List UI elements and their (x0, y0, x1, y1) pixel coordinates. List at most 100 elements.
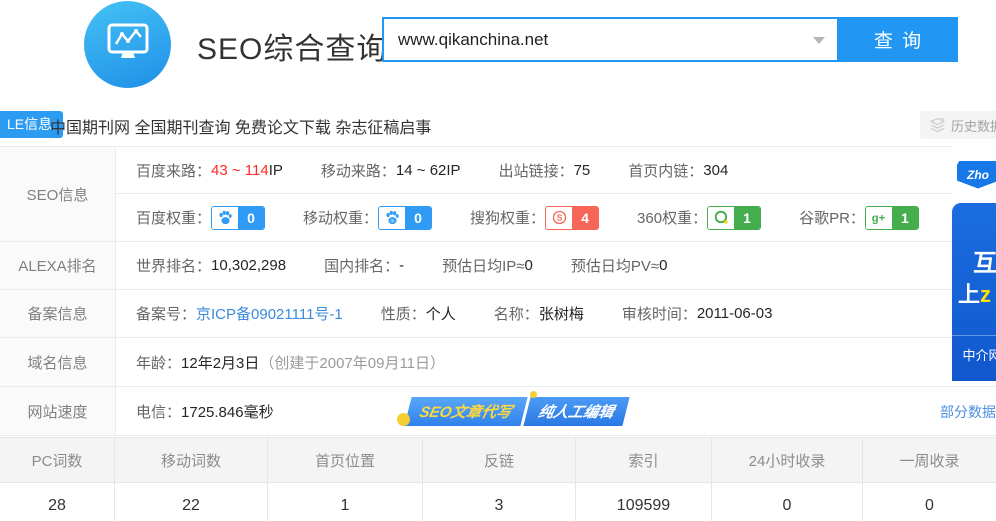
outbound-links: 出站链接： 75 (499, 160, 591, 181)
search-box (382, 17, 839, 62)
seo-sub-rows: 百度来路： 43 ~ 114 IP 移动来路： 14 ~ 62 IP 出站链接：… (116, 147, 996, 241)
pair-label: 预估日均PV≈ (571, 255, 659, 276)
domestic-rank: 国内排名： - (324, 255, 404, 276)
table-row-alexa: ALEXA排名 世界排名： 10,302,298 国内排名： - 预估日均IP≈… (0, 242, 996, 290)
pair-label: 审核时间： (622, 303, 697, 324)
stats-value-index[interactable]: 109599 (576, 483, 712, 521)
pair-label: 名称： (494, 303, 539, 324)
icp-number-link[interactable]: 京ICP备09021111号-1 (196, 303, 343, 324)
pair-value: 0 (659, 257, 667, 274)
pair-value: 个人 (426, 303, 456, 324)
pair-value: 2011-06-03 (697, 305, 773, 322)
world-rank: 世界排名： 10,302,298 (136, 255, 286, 276)
360-weight-badge[interactable]: 1 (707, 206, 761, 230)
baidu-weight: 百度权重： 0 (136, 206, 265, 230)
badge-value: 1 (892, 207, 918, 229)
svg-text:m: m (390, 219, 394, 225)
history-button-label: 历史数据 (951, 116, 996, 135)
url-input[interactable] (384, 19, 837, 60)
est-daily-ip: 预估日均IP≈ 0 (442, 255, 533, 276)
baidu-traffic: 百度来路： 43 ~ 114 IP (136, 160, 283, 181)
page-title: SEO综合查询 (197, 24, 387, 68)
telecom-speed: 电信： 1725.846毫秒 (136, 401, 274, 422)
google-plus-icon: g+ (866, 207, 892, 229)
pair-value: 10,302,298 (211, 257, 286, 274)
stats-value-row: 28 22 1 3 109599 0 0 (0, 483, 996, 521)
pair-value: 1725.846毫秒 (181, 401, 274, 422)
pair-value: 43 ~ 114 (211, 162, 269, 179)
pair-label: 电信： (136, 401, 181, 422)
banner-text-line1: 互 (973, 243, 996, 278)
pair-suffix: IP (446, 162, 460, 179)
speed-content: 电信： 1725.846毫秒 SEO文章代写 纯人工编辑 部分数据维度较小，无法 (116, 387, 996, 435)
ad-ribbon-text-2: 纯人工编辑 (523, 397, 629, 426)
google-pr-badge[interactable]: g+ 1 (865, 206, 919, 230)
row-label-alexa: ALEXA排名 (0, 242, 116, 289)
pair-label: 预估日均IP≈ (442, 255, 524, 276)
badge-value: 1 (734, 207, 760, 229)
badge-value: 0 (405, 207, 431, 229)
stats-header-week-included: 一周收录 (863, 438, 996, 483)
stats-value-homepage-position[interactable]: 1 (268, 483, 423, 521)
domain-age: 年龄： 12年2月3日 （创建于2007年09月11日） (136, 352, 445, 373)
google-pr: 谷歌PR： g+ 1 (799, 206, 919, 230)
mobile-traffic: 移动来路： 14 ~ 62 IP (321, 160, 461, 181)
est-daily-pv: 预估日均PV≈ 0 (571, 255, 668, 276)
history-data-button[interactable]: 历史数据 (920, 111, 996, 139)
pair-label: 谷歌PR： (799, 207, 865, 228)
side-banner-ad[interactable]: Zho 互 上z 中介网 (952, 146, 996, 381)
seo-weight-row: 百度权重： 0 (116, 194, 996, 241)
svg-text:g+: g+ (872, 213, 886, 225)
baidu-weight-badge[interactable]: 0 (211, 206, 265, 230)
ribbon-dot-big (397, 413, 410, 426)
table-row-domain: 域名信息 年龄： 12年2月3日 （创建于2007年09月11日） (0, 338, 996, 387)
pair-label: 360权重： (637, 207, 707, 228)
pair-label: 国内排名： (324, 255, 399, 276)
pair-label: 移动权重： (303, 207, 378, 228)
shield-logo-icon: Zho (957, 161, 996, 189)
stats-header-homepage-position: 首页位置 (268, 438, 423, 483)
stats-header-backlinks: 反链 (423, 438, 576, 483)
stats-value-mobile-words[interactable]: 22 (115, 483, 268, 521)
ad-ribbon[interactable]: SEO文章代写 纯人工编辑 (404, 397, 629, 426)
stats-value-pc-words[interactable]: 28 (0, 483, 115, 521)
stats-value-24h-included[interactable]: 0 (712, 483, 863, 521)
pair-value: - (399, 257, 404, 274)
svg-text:S: S (556, 213, 562, 223)
query-button[interactable]: 查 询 (839, 17, 958, 62)
360-icon (708, 207, 734, 229)
pair-label: 移动来路： (321, 160, 396, 181)
pair-label: 搜狗权重： (470, 207, 545, 228)
stats-value-week-included[interactable]: 0 (863, 483, 996, 521)
banner-footer-text: 中介网 (952, 335, 996, 364)
seo-traffic-row: 百度来路： 43 ~ 114 IP 移动来路： 14 ~ 62 IP 出站链接：… (116, 147, 996, 194)
mobile-weight: 移动权重： m (303, 206, 432, 230)
sogou-icon: S (546, 207, 572, 229)
stats-header-pc-words: PC词数 (0, 438, 115, 483)
homepage-internal-links: 首页内链： 304 (628, 160, 728, 181)
icp-review-date: 审核时间： 2011-06-03 (622, 303, 773, 324)
pair-value: 75 (574, 162, 591, 179)
row-label-seo: SEO信息 (0, 147, 116, 241)
pair-value: 0 (525, 257, 533, 274)
sogou-weight-badge[interactable]: S 4 (545, 206, 599, 230)
icp-nature: 性质： 个人 (381, 303, 456, 324)
icp-number: 备案号： 京ICP备09021111号-1 (136, 303, 343, 324)
site-title-text: 中国期刊网 全国期刊查询 免费论文下载 杂志征稿启事 (50, 114, 431, 138)
pair-label: 百度权重： (136, 207, 211, 228)
mobile-weight-badge[interactable]: m 0 (378, 206, 432, 230)
data-notice-link[interactable]: 部分数据维度较小，无法 (940, 402, 996, 422)
banner-line2-prefix: 上 (958, 282, 980, 307)
pair-label: 出站链接： (499, 160, 574, 181)
pair-label: 备案号： (136, 303, 196, 324)
badge-value: 0 (238, 207, 264, 229)
stats-value-backlinks[interactable]: 3 (423, 483, 576, 521)
pair-value: 304 (703, 162, 728, 179)
baidu-mobile-paw-icon: m (379, 207, 405, 229)
pair-suffix: IP (269, 162, 283, 179)
chevron-down-icon[interactable] (813, 37, 825, 44)
domain-created-note: （创建于2007年09月11日） (259, 352, 445, 373)
row-label-speed: 网站速度 (0, 387, 116, 435)
pair-label: 首页内链： (628, 160, 703, 181)
pair-label: 年龄： (136, 352, 181, 373)
